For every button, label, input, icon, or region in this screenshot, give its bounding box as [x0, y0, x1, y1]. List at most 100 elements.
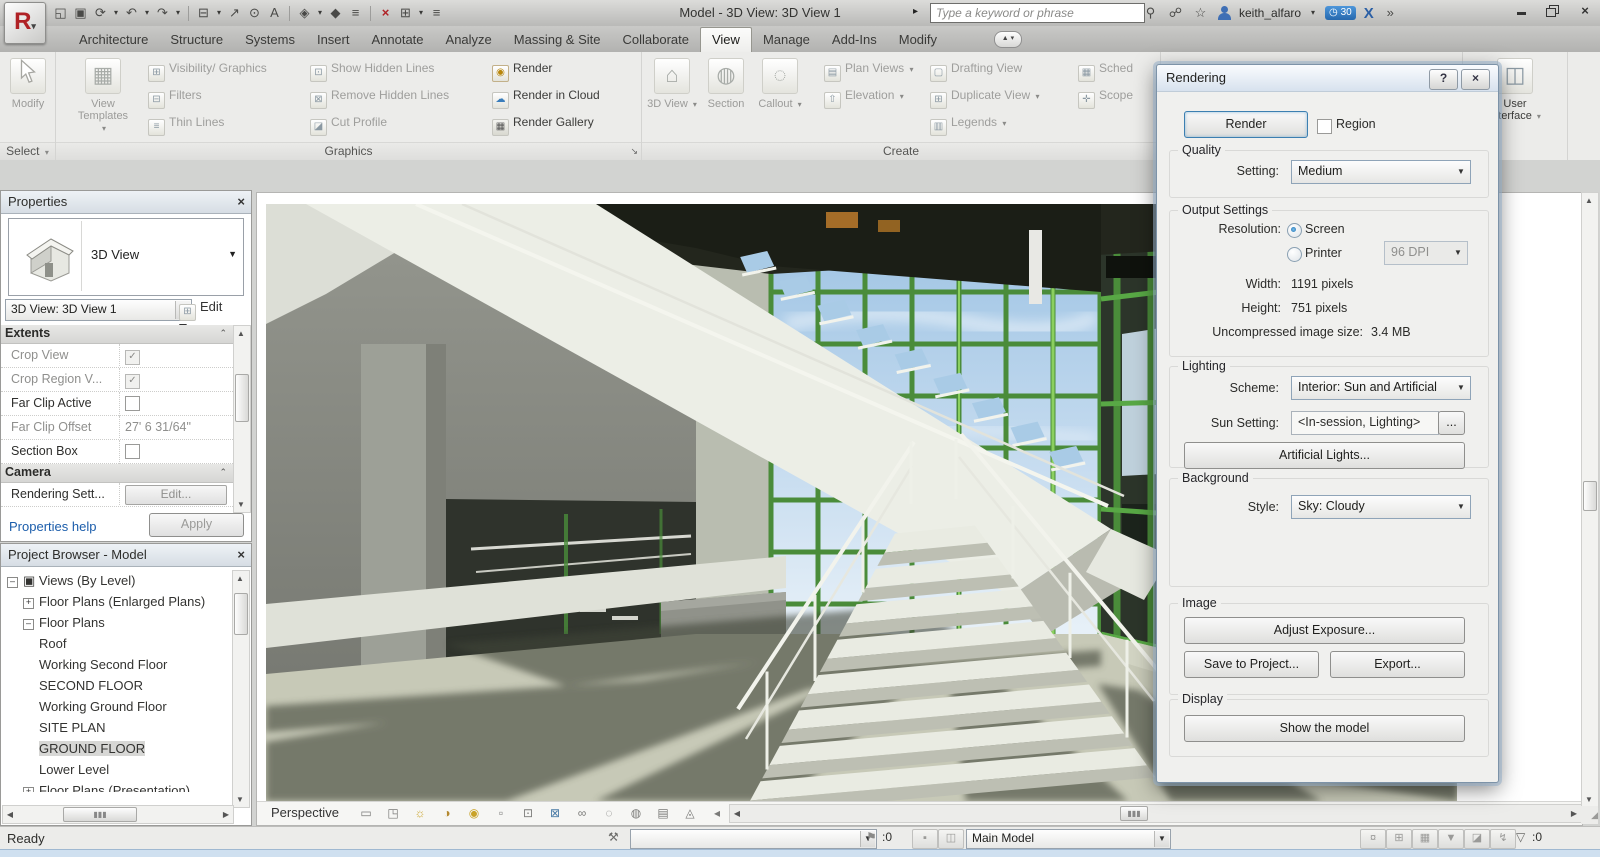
rendering-dialog-titlebar[interactable]: Rendering ? ×	[1157, 65, 1498, 92]
caret[interactable]: ▾	[143, 3, 151, 23]
scope-box-button[interactable]: ✛Scope	[1078, 85, 1133, 106]
close-hidden-windows-icon[interactable]: ×	[377, 3, 394, 23]
remove-hidden-lines-button[interactable]: ⊠Remove Hidden Lines	[310, 85, 449, 106]
render-gallery-button[interactable]: ▦Render Gallery	[492, 112, 594, 133]
tree-item-floor-plans[interactable]: –Floor Plans	[1, 612, 233, 633]
save-icon[interactable]: ▣	[72, 3, 89, 23]
drafting-view-button[interactable]: ▢Drafting View	[930, 58, 1022, 79]
property-checkbox[interactable]	[125, 396, 140, 411]
screen-radio[interactable]	[1287, 223, 1302, 238]
tree-item-ground-floor[interactable]: GROUND FLOOR	[1, 738, 233, 759]
back-icon[interactable]: ◂	[708, 804, 726, 822]
export-button[interactable]: Export...	[1330, 651, 1465, 678]
project-browser-close-icon[interactable]: ×	[237, 544, 245, 566]
tree-item-floor-plans-enlarged-plans-[interactable]: +Floor Plans (Enlarged Plans)	[1, 591, 233, 612]
elevation-button[interactable]: ⇧Elevation ▾	[824, 85, 904, 106]
tab-insert[interactable]: Insert	[306, 28, 361, 52]
browser-vscrollbar[interactable]: ▲ ▼	[232, 570, 250, 808]
show-hidden-lines-button[interactable]: ⊡Show Hidden Lines	[310, 58, 434, 79]
qat-customize-icon[interactable]: ≡	[428, 3, 445, 23]
sun-path-icon[interactable]: ☼	[411, 804, 429, 822]
tree-expander-icon[interactable]: +	[23, 787, 34, 792]
caret[interactable]: ▾	[316, 3, 324, 23]
design-options-picker-button[interactable]: ◫	[938, 829, 964, 849]
exchange-apps-icon[interactable]: X	[1364, 5, 1374, 22]
plan-views-button[interactable]: ▤Plan Views ▾	[824, 58, 914, 79]
tree-item-floor-plans-presentation-[interactable]: +Floor Plans (Presentation)	[1, 780, 233, 792]
quality-setting-combobox[interactable]: Medium▼	[1291, 160, 1471, 184]
tab-collaborate[interactable]: Collaborate	[611, 28, 700, 52]
tab-architecture[interactable]: Architecture	[68, 28, 159, 52]
tab-analyze[interactable]: Analyze	[435, 28, 503, 52]
type-selector-caret-icon[interactable]: ▼	[228, 249, 237, 259]
tag-icon[interactable]: ⊙	[246, 3, 263, 23]
section-icon[interactable]: ◆	[327, 3, 344, 23]
show-rendering-dialog-icon[interactable]: ◉	[465, 804, 483, 822]
select-pinned-icon[interactable]: ▼	[1438, 829, 1464, 849]
printer-radio[interactable]	[1287, 247, 1302, 262]
render-button[interactable]: ◉Render	[492, 58, 552, 79]
adjust-exposure-button[interactable]: Adjust Exposure...	[1184, 617, 1465, 644]
3d-view-button[interactable]: ⌂ 3D View ▾	[646, 56, 698, 111]
instance-selector-combobox[interactable]: 3D View: 3D View 1▼	[5, 299, 192, 321]
tab-systems[interactable]: Systems	[234, 28, 306, 52]
username[interactable]: keith_alfaro	[1239, 6, 1301, 20]
toolbar-overflow-icon[interactable]: »	[1382, 3, 1399, 23]
property-value[interactable]	[119, 344, 231, 366]
temporary-view-properties-icon[interactable]: ▤	[654, 804, 672, 822]
editable-only-icon[interactable]: ¤	[1360, 829, 1386, 849]
editing-requests-icon[interactable]: ⚑	[866, 830, 877, 844]
favorites-star-icon[interactable]: ☆	[1192, 3, 1209, 23]
text-icon[interactable]: A	[266, 3, 283, 23]
region-checkbox[interactable]	[1317, 119, 1332, 134]
collapse-chevron-icon[interactable]: ⌃	[219, 325, 227, 342]
select-by-face-icon[interactable]: ◪	[1464, 829, 1490, 849]
undo-icon[interactable]: ↶	[123, 3, 140, 23]
apply-button[interactable]: Apply	[149, 513, 244, 537]
visibility-graphics-button[interactable]: ⊞Visibility/ Graphics	[148, 58, 267, 79]
tree-expander-icon[interactable]: –	[7, 577, 18, 588]
design-option-combobox[interactable]: Main Model▼	[966, 829, 1171, 849]
browser-hscrollbar-thumb[interactable]: ▮▮▮	[63, 807, 137, 822]
temporary-hide-icon[interactable]: ∞	[573, 804, 591, 822]
tree-expander-icon[interactable]: –	[23, 619, 34, 630]
edit-rendering-settings-button[interactable]: Edit...	[125, 485, 227, 505]
properties-header[interactable]: Properties ×	[1, 191, 251, 214]
workset-combobox[interactable]: ▼	[630, 829, 877, 849]
dialog-close-icon[interactable]: ×	[1461, 69, 1490, 90]
filter-icon[interactable]: ▽	[1516, 830, 1525, 844]
crop-view-icon[interactable]: ▫	[492, 804, 510, 822]
select-panel-footer[interactable]: Select ▾	[0, 142, 55, 160]
caret[interactable]: ▾	[112, 3, 120, 23]
design-options-button[interactable]: ▪	[912, 829, 938, 849]
show-the-model-button[interactable]: Show the model	[1184, 715, 1465, 742]
sync-icon[interactable]: ⟳	[92, 3, 109, 23]
show-crop-icon[interactable]: ⊡	[519, 804, 537, 822]
sun-setting-browse-button[interactable]: ...	[1438, 411, 1465, 435]
timer-badge[interactable]: ◷ 30	[1325, 6, 1356, 20]
thin-lines-button[interactable]: ≡Thin Lines	[148, 112, 224, 133]
browser-vscrollbar-thumb[interactable]	[234, 593, 248, 635]
property-value[interactable]: Edit...	[119, 483, 231, 505]
caret[interactable]: ▾	[215, 3, 223, 23]
filters-button[interactable]: ⊟Filters	[148, 85, 202, 106]
search-binoculars-icon[interactable]: ⚲	[1142, 3, 1159, 23]
thin-lines-icon[interactable]: ≡	[347, 3, 364, 23]
subscription-icon[interactable]: ☍	[1167, 3, 1184, 23]
section-button[interactable]: ◍ Section	[700, 56, 752, 110]
select-links-icon[interactable]: ⊞	[1386, 829, 1412, 849]
worksharing-display-icon[interactable]: ◍	[627, 804, 645, 822]
tree-item-roof[interactable]: Roof	[1, 633, 233, 654]
locked-3d-icon[interactable]: ⊠	[546, 804, 564, 822]
caret[interactable]: ▾	[174, 3, 182, 23]
render-in-cloud-button[interactable]: ☁Render in Cloud	[492, 85, 600, 106]
shadows-icon[interactable]: ◑	[438, 804, 456, 822]
properties-close-icon[interactable]: ×	[237, 191, 245, 213]
dpi-combobox[interactable]: 96 DPI▼	[1384, 241, 1468, 265]
dialog-help-button[interactable]: ?	[1429, 69, 1458, 90]
screen-size-icon[interactable]: ▭	[357, 804, 375, 822]
title-flyout-icon[interactable]: ▸	[913, 6, 918, 17]
tab-annotate[interactable]: Annotate	[360, 28, 434, 52]
modify-button[interactable]: Modify	[2, 56, 54, 110]
resize-grip-icon[interactable]: ◢	[1581, 806, 1598, 824]
